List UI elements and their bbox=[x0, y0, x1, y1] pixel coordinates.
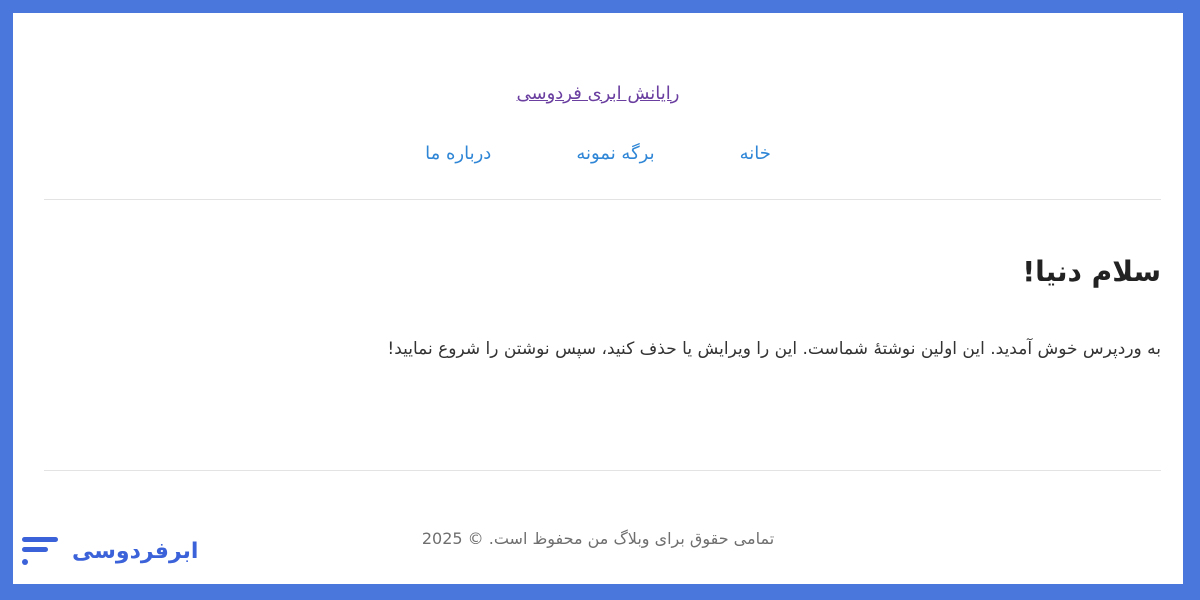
header-divider bbox=[44, 199, 1161, 200]
brand-logo-text: ابرفردوسی bbox=[72, 538, 199, 564]
page-container: رایانش ابری فردوسی خانه برگه نمونه دربار… bbox=[13, 13, 1183, 584]
nav-item-home[interactable]: خانه bbox=[740, 143, 771, 164]
post-title[interactable]: سلام دنیا! bbox=[1022, 255, 1161, 288]
site-title-link[interactable]: رایانش ابری فردوسی bbox=[13, 83, 1183, 104]
brand-watermark: ابرفردوسی bbox=[22, 533, 198, 569]
post-body: به وردپرس خوش آمدید. این اولین نوشتهٔ شم… bbox=[387, 339, 1161, 359]
main-nav: خانه برگه نمونه درباره ما bbox=[13, 143, 1183, 164]
nav-item-about[interactable]: درباره ما bbox=[425, 143, 491, 164]
nav-item-sample-page[interactable]: برگه نمونه bbox=[576, 143, 654, 164]
footer-divider bbox=[44, 470, 1161, 471]
brand-mark-icon bbox=[22, 533, 58, 569]
